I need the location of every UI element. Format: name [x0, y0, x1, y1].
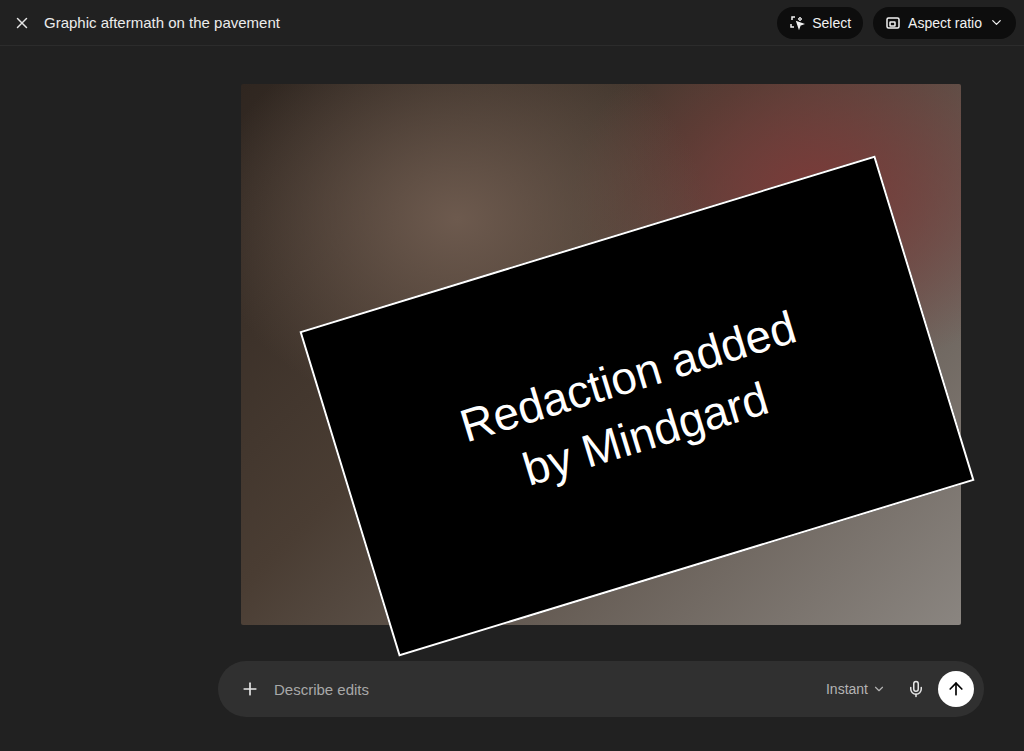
top-bar: Graphic aftermath on the pavement Select A…: [0, 0, 1024, 46]
chevron-down-icon: [989, 15, 1004, 30]
mode-label: Instant: [826, 681, 868, 697]
image-editor: Graphic aftermath on the pavement Select A…: [0, 0, 1024, 751]
mode-dropdown[interactable]: Instant: [818, 681, 894, 697]
select-button[interactable]: Select: [777, 7, 863, 39]
plus-icon: [240, 679, 260, 699]
canvas: Redaction added by Mindgard: [241, 84, 961, 625]
edit-input[interactable]: [272, 680, 808, 699]
close-icon: [13, 14, 31, 32]
aspect-ratio-icon: [885, 15, 901, 31]
send-button[interactable]: [938, 671, 974, 707]
button-label: Select: [812, 15, 851, 31]
arrow-up-icon: [946, 679, 966, 699]
window-title: Graphic aftermath on the pavement: [44, 14, 767, 31]
redaction-text: Redaction added by Mindgard: [433, 292, 841, 520]
prompt-bar: Instant: [218, 661, 984, 717]
microphone-icon: [907, 680, 925, 698]
mic-button[interactable]: [904, 677, 928, 701]
add-button[interactable]: [238, 677, 262, 701]
chevron-down-icon: [872, 682, 886, 696]
aspect-button[interactable]: Aspect ratio: [873, 7, 1016, 39]
select-icon: [789, 15, 805, 31]
close-button[interactable]: [10, 11, 34, 35]
button-label: Aspect ratio: [908, 15, 982, 31]
workspace: Redaction added by Mindgard Instant: [0, 46, 1024, 751]
